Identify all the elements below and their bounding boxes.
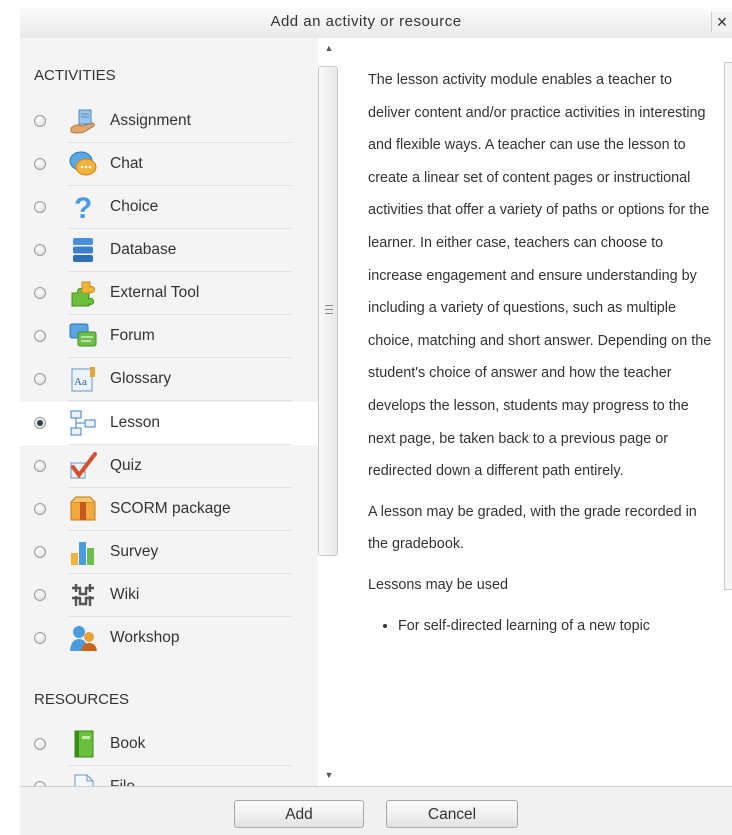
radio-button[interactable] xyxy=(34,158,46,170)
book-icon xyxy=(68,729,98,759)
option-label: External Tool xyxy=(110,284,200,301)
grip-icon xyxy=(325,305,333,314)
svg-text:Aa: Aa xyxy=(74,376,87,388)
cancel-button[interactable]: Cancel xyxy=(386,800,518,828)
option-quiz[interactable]: Quiz xyxy=(20,445,318,488)
option-label: Chat xyxy=(110,155,143,172)
option-label: Database xyxy=(110,241,177,258)
lesson-icon xyxy=(68,408,98,438)
dialog-footer: Add Cancel xyxy=(20,786,732,835)
forum-icon xyxy=(68,321,98,351)
scrollbar-thumb[interactable] xyxy=(318,66,338,556)
radio-button[interactable] xyxy=(34,287,46,299)
add-activity-dialog: Add an activity or resource × ACTIVITIES… xyxy=(0,0,732,835)
option-external-tool[interactable]: External Tool xyxy=(20,272,318,315)
radio-button[interactable] xyxy=(34,503,46,515)
option-label: SCORM package xyxy=(110,500,231,517)
chat-icon xyxy=(68,149,98,179)
option-choice[interactable]: ? Choice xyxy=(20,186,318,229)
option-scorm-package[interactable]: SCORM package xyxy=(20,488,318,531)
scroll-down-arrow-icon[interactable]: ▼ xyxy=(324,770,334,780)
option-label: Glossary xyxy=(110,370,172,387)
assignment-icon xyxy=(68,106,98,136)
file-icon xyxy=(68,772,98,786)
dialog-title: Add an activity or resource xyxy=(270,13,462,30)
option-label: Book xyxy=(110,735,146,752)
description-paragraph: A lesson may be graded, with the grade r… xyxy=(368,503,697,553)
activity-description: The lesson activity module enables a tea… xyxy=(368,64,713,642)
radio-button[interactable] xyxy=(34,330,46,342)
option-label: File xyxy=(110,778,135,786)
description-pane: The lesson activity module enables a tea… xyxy=(340,38,724,786)
option-label: Forum xyxy=(110,327,155,344)
radio-button[interactable] xyxy=(34,373,46,385)
wiki-icon xyxy=(68,580,98,610)
database-icon xyxy=(68,235,98,265)
radio-button[interactable] xyxy=(34,201,46,213)
option-glossary[interactable]: Aa Glossary xyxy=(20,358,318,401)
activities-heading: ACTIVITIES xyxy=(34,67,116,84)
option-assignment[interactable]: Assignment xyxy=(20,100,318,143)
puzzle-icon xyxy=(68,278,98,308)
add-button[interactable]: Add xyxy=(234,800,364,828)
option-chat[interactable]: Chat xyxy=(20,143,318,186)
radio-button-selected[interactable] xyxy=(34,417,46,429)
list-item: For self-directed learning of a new topi… xyxy=(398,610,713,643)
option-label: Choice xyxy=(110,198,159,215)
radio-button[interactable] xyxy=(34,115,46,127)
dialog-titlebar: Add an activity or resource × xyxy=(20,8,732,39)
option-label: Survey xyxy=(110,543,159,560)
resources-heading: RESOURCES xyxy=(34,691,130,708)
option-lesson[interactable]: Lesson xyxy=(20,402,318,445)
scrollbar-thumb[interactable] xyxy=(724,62,732,590)
question-mark-icon: ? xyxy=(68,192,98,225)
svg-text:?: ? xyxy=(74,192,92,222)
package-icon xyxy=(68,494,98,524)
bar-chart-icon xyxy=(68,537,98,567)
radio-button[interactable] xyxy=(34,460,46,472)
description-paragraph: Lessons may be used xyxy=(368,576,508,593)
activity-list-scrollbar[interactable]: ▲ ▼ xyxy=(318,38,340,786)
divider xyxy=(68,400,292,401)
option-wiki[interactable]: Wiki xyxy=(20,574,318,617)
glossary-icon: Aa xyxy=(68,364,98,394)
option-book[interactable]: Book xyxy=(20,723,318,766)
radio-button[interactable] xyxy=(34,738,46,750)
option-label: Quiz xyxy=(110,457,142,474)
description-paragraph: The lesson activity module enables a tea… xyxy=(368,72,712,480)
option-label: Workshop xyxy=(110,629,180,646)
option-label: Lesson xyxy=(110,414,160,431)
scroll-up-arrow-icon[interactable]: ▲ xyxy=(324,43,334,53)
workshop-icon xyxy=(68,623,98,653)
option-workshop[interactable]: Workshop xyxy=(20,617,318,660)
option-database[interactable]: Database xyxy=(20,229,318,272)
radio-button[interactable] xyxy=(34,589,46,601)
radio-button[interactable] xyxy=(34,546,46,558)
activity-list-pane: ACTIVITIES Assignment Chat ? Choice Data… xyxy=(20,38,318,786)
option-survey[interactable]: Survey xyxy=(20,531,318,574)
radio-button[interactable] xyxy=(34,632,46,644)
option-label: Assignment xyxy=(110,112,191,129)
option-forum[interactable]: Forum xyxy=(20,315,318,358)
option-label: Wiki xyxy=(110,586,140,603)
usage-list: For self-directed learning of a new topi… xyxy=(368,610,713,643)
radio-button[interactable] xyxy=(34,244,46,256)
close-button[interactable]: × xyxy=(711,12,732,32)
description-scrollbar[interactable] xyxy=(724,38,732,786)
option-file[interactable]: File xyxy=(20,766,318,786)
checkmark-icon xyxy=(68,451,98,481)
